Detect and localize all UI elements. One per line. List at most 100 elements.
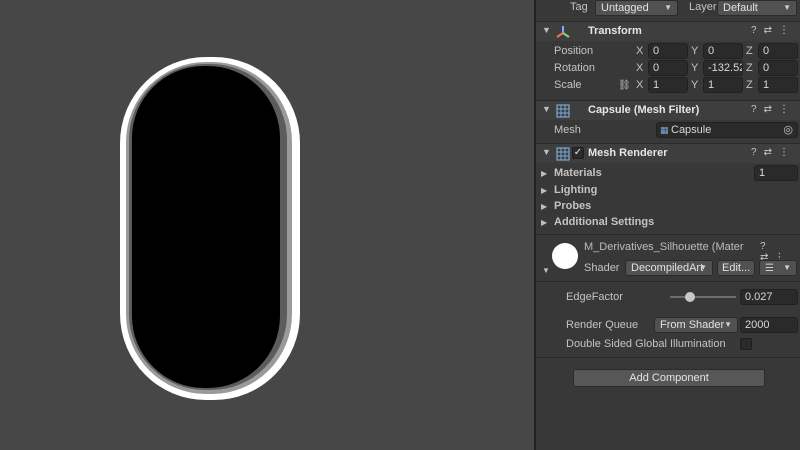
scale-y-field[interactable]: 1 [703,77,743,93]
materials-count-field[interactable]: 1 [754,165,798,181]
axis-x-label: X [636,79,644,91]
capsule-silhouette [120,57,300,400]
position-label: Position [554,45,594,57]
foldout-arrow-icon[interactable]: ▶ [541,186,547,195]
layer-value: Default [723,2,758,14]
transform-header[interactable]: ▼ Transform ?⇄⋮ [536,21,800,41]
constrain-proportions-icon[interactable]: ⛓ [618,80,631,91]
chevron-down-icon: ▼ [699,263,707,272]
position-row: Position X 0 Y 0 Z 0 [536,42,800,60]
axis-z-label: Z [746,62,753,74]
axis-y-label: Y [691,45,699,57]
layer-label: Layer [689,1,717,13]
header-icons: ?⇄⋮ [751,25,796,36]
double-sided-gi-checkbox[interactable] [740,338,752,350]
render-queue-source-dropdown[interactable]: From Shader ▼ [654,317,738,333]
chevron-down-icon: ▼ [783,263,791,272]
more-icon[interactable]: ⋮ [779,147,796,158]
edge-factor-slider-track[interactable] [670,296,736,298]
mesh-value: Capsule [671,124,712,136]
foldout-arrow-icon[interactable]: ▼ [542,25,551,35]
capsule-body [132,66,280,388]
help-icon[interactable]: ? [760,241,772,252]
chevron-down-icon: ▼ [783,3,791,12]
shader-value: DecompiledArt [631,262,704,274]
rotation-x-field[interactable]: 0 [648,60,688,76]
edge-factor-row: EdgeFactor 0.027 [536,288,800,306]
shader-edit-button[interactable]: Edit... [717,260,755,276]
object-picker-icon[interactable]: ◎ [783,123,793,137]
help-icon[interactable]: ? [751,25,764,36]
scale-x-field[interactable]: 1 [648,77,688,93]
additional-settings-foldout[interactable]: ▶ Additional Settings [536,213,800,231]
materials-label: Materials [554,167,602,179]
probes-label: Probes [554,200,592,212]
render-queue-field[interactable]: 2000 [740,317,798,333]
edge-factor-slider-thumb[interactable] [684,292,695,302]
foldout-arrow-icon[interactable]: ▶ [541,169,547,178]
scene-view[interactable] [0,0,534,450]
scale-row: Scale ⛓ X 1 Y 1 Z 1 [536,76,800,94]
more-icon[interactable]: ⋮ [779,25,796,36]
mesh-icon: ▦ [660,125,669,135]
help-icon[interactable]: ? [751,147,764,158]
divider [536,234,800,235]
mesh-filter-header[interactable]: ▼ Capsule (Mesh Filter) ?⇄⋮ [536,100,800,120]
scale-z-field[interactable]: 1 [758,77,798,93]
additional-settings-label: Additional Settings [554,216,655,228]
transform-title: Transform [588,25,642,37]
material-preview-sphere [552,243,578,269]
mesh-row: Mesh ▦ Capsule ◎ [536,121,800,139]
edge-factor-field[interactable]: 0.027 [740,289,798,305]
shader-dropdown[interactable]: DecompiledArt ▼ [625,260,713,276]
shader-label: Shader [584,262,620,274]
foldout-arrow-icon[interactable]: ▼ [542,266,550,275]
header-icons: ?⇄⋮ [751,147,796,158]
double-sided-gi-label: Double Sided Global Illumination [566,338,726,350]
chevron-down-icon: ▼ [724,320,732,329]
axis-x-label: X [636,45,644,57]
mesh-renderer-icon [556,147,570,161]
shader-options-dropdown[interactable]: ☰ ▼ [759,260,797,276]
mesh-renderer-header[interactable]: ▼ ✓ Mesh Renderer ?⇄⋮ [536,143,800,163]
layer-dropdown[interactable]: Default ▼ [717,0,797,16]
position-z-field[interactable]: 0 [758,43,798,59]
render-queue-label: Render Queue [566,319,639,331]
axis-z-label: Z [746,79,753,91]
foldout-arrow-icon[interactable]: ▼ [542,147,551,157]
material-name: M_Derivatives_Silhouette (Mater [584,241,744,253]
mesh-filter-icon [556,104,570,118]
rotation-label: Rotation [554,62,595,74]
axis-y-label: Y [691,62,699,74]
rotation-row: Rotation X 0 Y -132.52 Z 0 [536,59,800,77]
position-x-field[interactable]: 0 [648,43,688,59]
tag-dropdown[interactable]: Untagged ▼ [595,0,678,16]
foldout-arrow-icon[interactable]: ▶ [541,218,547,227]
rotation-z-field[interactable]: 0 [758,60,798,76]
foldout-arrow-icon[interactable]: ▶ [541,202,547,211]
transform-icon [556,26,570,38]
edge-factor-label: EdgeFactor [566,291,623,303]
presets-icon[interactable]: ⇄ [764,104,779,115]
axis-z-label: Z [746,45,753,57]
mesh-filter-title: Capsule (Mesh Filter) [588,104,700,116]
more-icon[interactable]: ⋮ [779,104,796,115]
help-icon[interactable]: ? [751,104,764,115]
double-sided-gi-row: Double Sided Global Illumination [536,335,800,353]
divider [536,281,800,282]
axis-y-label: Y [691,79,699,91]
lighting-label: Lighting [554,184,598,196]
mesh-renderer-enabled-checkbox[interactable]: ✓ [572,147,584,159]
foldout-arrow-icon[interactable]: ▼ [542,104,551,114]
materials-foldout[interactable]: ▶ Materials 1 [536,164,800,182]
presets-icon[interactable]: ⇄ [764,147,779,158]
position-y-field[interactable]: 0 [703,43,743,59]
mesh-object-field[interactable]: ▦ Capsule ◎ [656,122,798,138]
add-component-button[interactable]: Add Component [573,369,765,387]
list-icon: ☰ [765,263,774,274]
rotation-y-field[interactable]: -132.52 [703,60,743,76]
edit-label: Edit... [722,262,751,274]
header-icons: ?⇄⋮ [751,104,796,115]
presets-icon[interactable]: ⇄ [764,25,779,36]
axis-x-label: X [636,62,644,74]
